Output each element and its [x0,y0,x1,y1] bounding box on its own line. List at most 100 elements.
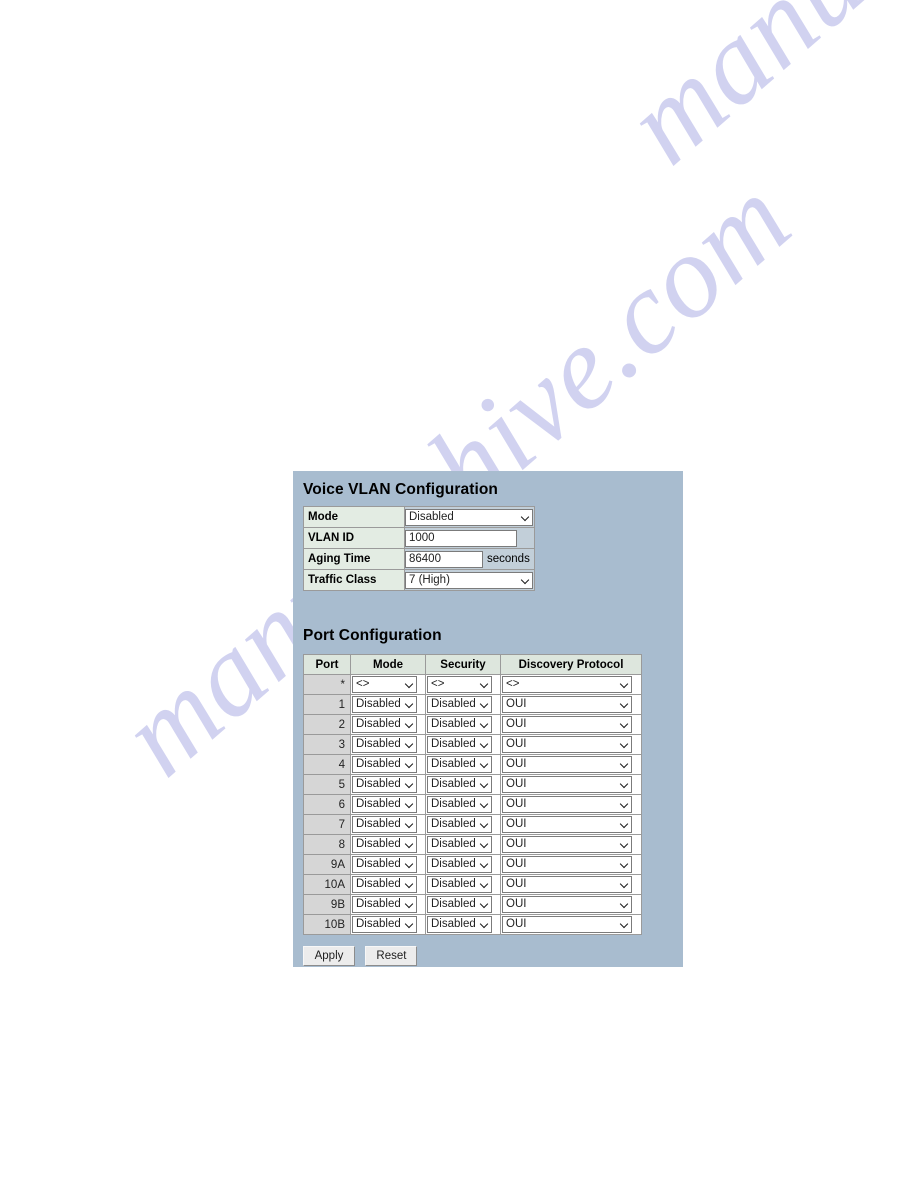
port-discovery-protocol-select[interactable]: <> [502,676,632,693]
reset-button[interactable]: Reset [365,946,418,966]
port-discovery-protocol-select[interactable]: OUI [502,916,632,933]
port-security-select[interactable]: <> [427,676,492,693]
port-discovery-protocol-select[interactable]: OUI [502,716,632,733]
port-discovery-protocol-select[interactable]: OUI [502,896,632,913]
column-header-port: Port [303,654,351,675]
port-discovery-protocol-select[interactable]: OUI [502,696,632,713]
port-mode-select[interactable]: <> [352,676,417,693]
port-security-select[interactable]: Disabled [427,916,492,933]
port-label: 9A [303,854,351,875]
port-security-select-cell: Disabled [425,914,501,935]
port-discovery-protocol-select[interactable]: OUI [502,856,632,873]
port-discovery-protocol-select[interactable]: OUI [502,816,632,833]
column-header-discovery-protocol: Discovery Protocol [500,654,642,675]
vlan-id-input[interactable]: 1000 [405,529,517,547]
port-discovery-protocol-select[interactable]: OUI [502,876,632,893]
table-row: Mode Disabled [303,506,535,528]
port-security-select-value: Disabled [431,698,476,710]
chevron-down-icon [521,513,530,522]
port-mode-select[interactable]: Disabled [352,856,417,873]
port-security-select-value: <> [431,678,445,690]
port-security-select[interactable]: Disabled [427,816,492,833]
port-security-select-cell: Disabled [425,694,501,715]
port-discovery-protocol-select-cell: OUI [500,714,642,735]
table-row: Aging Time 86400 seconds [303,548,535,570]
chevron-down-icon [405,720,414,729]
chevron-down-icon [405,760,414,769]
traffic-class-select[interactable]: 7 (High) [405,571,533,589]
port-mode-select[interactable]: Disabled [352,736,417,753]
chevron-down-icon [480,800,489,809]
port-security-select[interactable]: Disabled [427,896,492,913]
port-mode-select[interactable]: Disabled [352,916,417,933]
port-discovery-protocol-select-cell: OUI [500,734,642,755]
port-mode-select[interactable]: Disabled [352,776,417,793]
port-discovery-protocol-select-cell: OUI [500,814,642,835]
port-mode-select[interactable]: Disabled [352,836,417,853]
port-security-select[interactable]: Disabled [427,716,492,733]
port-security-select[interactable]: Disabled [427,836,492,853]
port-mode-select-cell: <> [350,674,426,695]
port-security-select[interactable]: Disabled [427,696,492,713]
port-mode-select[interactable]: Disabled [352,896,417,913]
chevron-down-icon [405,780,414,789]
port-security-select[interactable]: Disabled [427,856,492,873]
port-discovery-protocol-select[interactable]: OUI [502,796,632,813]
chevron-down-icon [480,740,489,749]
aging-time-cell: 86400 seconds [404,548,535,570]
table-row: 9B Disabled Disabled OUI [303,894,642,915]
port-mode-select[interactable]: Disabled [352,756,417,773]
port-security-select[interactable]: Disabled [427,736,492,753]
port-mode-select[interactable]: Disabled [352,716,417,733]
port-security-select[interactable]: Disabled [427,776,492,793]
port-security-select[interactable]: Disabled [427,756,492,773]
chevron-down-icon [620,880,629,889]
port-security-select-value: Disabled [431,878,476,890]
port-label: 10A [303,874,351,895]
port-security-select-cell: <> [425,674,501,695]
port-mode-select-value: Disabled [356,698,401,710]
chevron-down-icon [480,840,489,849]
port-discovery-protocol-select[interactable]: OUI [502,736,632,753]
chevron-down-icon [480,820,489,829]
chevron-down-icon [480,900,489,909]
port-discovery-protocol-select-value: OUI [506,718,527,730]
chevron-down-icon [521,576,530,585]
port-discovery-protocol-select[interactable]: OUI [502,756,632,773]
chevron-down-icon [480,860,489,869]
port-security-select[interactable]: Disabled [427,796,492,813]
chevron-down-icon [480,720,489,729]
apply-button[interactable]: Apply [303,946,355,966]
watermark-text: manualshive.com [600,0,918,191]
port-discovery-protocol-select-cell: OUI [500,914,642,935]
port-mode-select-cell: Disabled [350,874,426,895]
port-discovery-protocol-select-value: OUI [506,898,527,910]
mode-label: Mode [303,506,405,528]
port-security-select-cell: Disabled [425,834,501,855]
port-mode-select-value: Disabled [356,818,401,830]
port-security-select-cell: Disabled [425,734,501,755]
aging-time-input[interactable]: 86400 [405,550,483,568]
port-discovery-protocol-select-value: OUI [506,778,527,790]
port-discovery-protocol-select[interactable]: OUI [502,776,632,793]
chevron-down-icon [620,900,629,909]
port-mode-select[interactable]: Disabled [352,796,417,813]
port-mode-select[interactable]: Disabled [352,876,417,893]
port-mode-select-value: Disabled [356,738,401,750]
port-security-select-value: Disabled [431,758,476,770]
port-security-select[interactable]: Disabled [427,876,492,893]
column-header-mode: Mode [350,654,426,675]
port-mode-select[interactable]: Disabled [352,696,417,713]
chevron-down-icon [480,780,489,789]
chevron-down-icon [405,740,414,749]
port-label: 7 [303,814,351,835]
port-mode-select[interactable]: Disabled [352,816,417,833]
port-mode-select-cell: Disabled [350,794,426,815]
mode-select[interactable]: Disabled [405,508,533,526]
traffic-class-cell: 7 (High) [404,569,535,591]
chevron-down-icon [620,780,629,789]
port-mode-select-cell: Disabled [350,754,426,775]
port-discovery-protocol-select[interactable]: OUI [502,836,632,853]
port-discovery-protocol-select-value: OUI [506,818,527,830]
voice-vlan-panel: Voice VLAN Configuration Mode Disabled V… [293,471,683,967]
